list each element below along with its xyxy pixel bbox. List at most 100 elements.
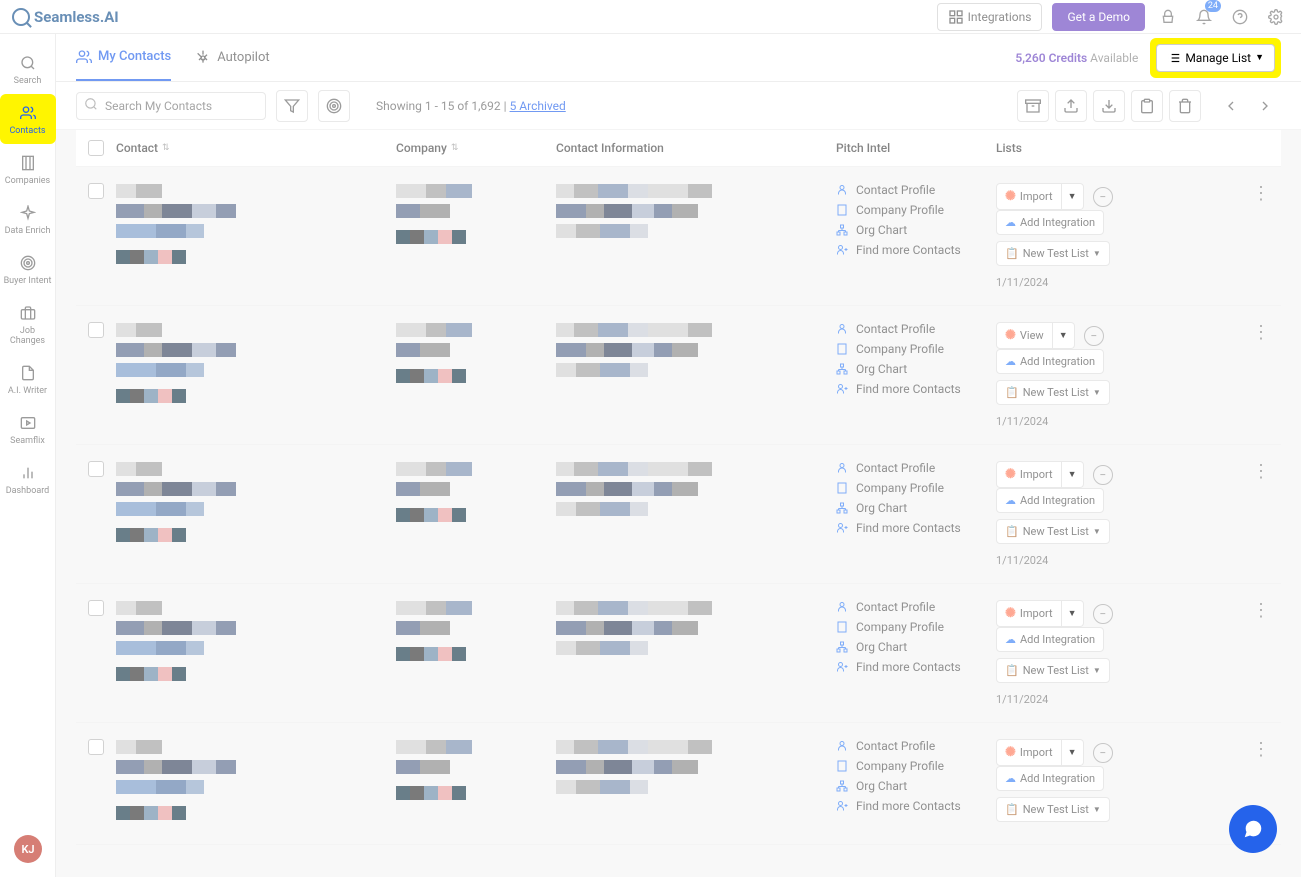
row-menu-button[interactable]: ⋮ xyxy=(1252,183,1270,289)
get-demo-button[interactable]: Get a Demo xyxy=(1052,3,1145,31)
chevron-down-icon: ▼ xyxy=(1255,52,1264,63)
company-profile-link[interactable]: Company Profile xyxy=(836,203,996,217)
settings-button[interactable] xyxy=(1263,4,1289,30)
row-checkbox[interactable] xyxy=(88,600,104,616)
row-checkbox[interactable] xyxy=(88,183,104,199)
sidebar-item-ai-writer[interactable]: A.I. Writer xyxy=(0,354,56,404)
org-chart-link[interactable]: Org Chart xyxy=(836,223,996,237)
contact-profile-link[interactable]: Contact Profile xyxy=(836,739,996,753)
sidebar-item-contacts[interactable]: Contacts xyxy=(0,94,56,144)
org-chart-link[interactable]: Org Chart xyxy=(836,640,996,654)
row-menu-button[interactable]: ⋮ xyxy=(1252,600,1270,706)
select-all-checkbox[interactable] xyxy=(88,140,104,156)
add-integration-button[interactable]: ☁Add Integration xyxy=(996,210,1104,235)
list-select-button[interactable]: 📋New Test List ▼ xyxy=(996,241,1110,266)
list-select-button[interactable]: 📋New Test List ▼ xyxy=(996,519,1110,544)
company-profile-link[interactable]: Company Profile xyxy=(836,342,996,356)
hubspot-icon: ✺ xyxy=(1005,328,1016,343)
find-more-link[interactable]: Find more Contacts xyxy=(836,521,996,535)
logo[interactable]: Seamless.AI xyxy=(12,8,119,26)
add-integration-button[interactable]: ☁Add Integration xyxy=(996,488,1104,513)
next-page-button[interactable] xyxy=(1249,90,1281,122)
user-avatar[interactable]: KJ xyxy=(14,835,42,863)
chat-fab[interactable] xyxy=(1229,805,1277,853)
row-menu-button[interactable]: ⋮ xyxy=(1252,322,1270,428)
sort-icon: ⇅ xyxy=(451,143,459,153)
sidebar-item-buyer-intent[interactable]: Buyer Intent xyxy=(0,244,56,294)
add-integration-button[interactable]: ☁Add Integration xyxy=(996,627,1104,652)
row-menu-button[interactable]: ⋮ xyxy=(1252,461,1270,567)
hubspot-dropdown[interactable]: ▼ xyxy=(1062,183,1084,210)
col-info: Contact Information xyxy=(556,141,836,155)
upload-button[interactable] xyxy=(1055,90,1087,122)
sidebar-item-companies[interactable]: Companies xyxy=(0,144,56,194)
sidebar-item-job-changes[interactable]: Job Changes xyxy=(0,294,56,354)
org-chart-link[interactable]: Org Chart xyxy=(836,362,996,376)
hubspot-icon: ✺ xyxy=(1005,189,1016,204)
company-profile-link[interactable]: Company Profile xyxy=(836,620,996,634)
sidebar-item-data-enrich[interactable]: Data Enrich xyxy=(0,194,56,244)
sidebar-item-dashboard[interactable]: Dashboard xyxy=(0,454,56,504)
prev-page-button[interactable] xyxy=(1215,90,1247,122)
find-more-link[interactable]: Find more Contacts xyxy=(836,243,996,257)
manage-list-button[interactable]: Manage List ▼ xyxy=(1156,44,1275,72)
notif-badge: 24 xyxy=(1205,0,1221,12)
delete-button[interactable] xyxy=(1169,90,1201,122)
search-input[interactable] xyxy=(76,92,266,120)
col-contact[interactable]: Contact⇅ xyxy=(116,141,396,155)
sparkle-icon xyxy=(17,202,39,224)
contact-profile-link[interactable]: Contact Profile xyxy=(836,600,996,614)
list-select-button[interactable]: 📋New Test List ▼ xyxy=(996,797,1110,822)
remove-button[interactable]: − xyxy=(1093,604,1113,624)
remove-button[interactable]: − xyxy=(1093,743,1113,763)
briefcase-icon xyxy=(17,302,39,324)
find-more-link[interactable]: Find more Contacts xyxy=(836,799,996,813)
archive-button[interactable] xyxy=(1017,90,1049,122)
org-chart-link[interactable]: Org Chart xyxy=(836,779,996,793)
hubspot-action-button[interactable]: ✺View xyxy=(996,322,1053,349)
remove-button[interactable]: − xyxy=(1093,465,1113,485)
remove-button[interactable]: − xyxy=(1084,326,1104,346)
notifications-button[interactable]: 24 xyxy=(1191,4,1217,30)
contact-profile-link[interactable]: Contact Profile xyxy=(836,183,996,197)
company-profile-link[interactable]: Company Profile xyxy=(836,759,996,773)
company-profile-link[interactable]: Company Profile xyxy=(836,481,996,495)
add-integration-button[interactable]: ☁Add Integration xyxy=(996,766,1104,791)
filter-button[interactable] xyxy=(276,90,308,122)
list-select-button[interactable]: 📋New Test List ▼ xyxy=(996,658,1110,683)
list-select-button[interactable]: 📋New Test List ▼ xyxy=(996,380,1110,405)
target-button[interactable] xyxy=(318,90,350,122)
sidebar-item-seamflix[interactable]: Seamflix xyxy=(0,404,56,454)
remove-button[interactable]: − xyxy=(1093,187,1113,207)
contact-profile-link[interactable]: Contact Profile xyxy=(836,461,996,475)
row-checkbox[interactable] xyxy=(88,461,104,477)
hubspot-action-button[interactable]: ✺Import xyxy=(996,739,1062,766)
hubspot-action-button[interactable]: ✺Import xyxy=(996,600,1062,627)
col-company[interactable]: Company⇅ xyxy=(396,141,556,155)
org-chart-link[interactable]: Org Chart xyxy=(836,501,996,515)
find-more-link[interactable]: Find more Contacts xyxy=(836,382,996,396)
hubspot-dropdown[interactable]: ▼ xyxy=(1053,322,1075,349)
export-button[interactable] xyxy=(1131,90,1163,122)
download-button[interactable] xyxy=(1093,90,1125,122)
archived-link[interactable]: 5 Archived xyxy=(510,99,566,113)
hubspot-dropdown[interactable]: ▼ xyxy=(1062,461,1084,488)
sidebar-item-search[interactable]: Search xyxy=(0,44,56,94)
hand-icon[interactable] xyxy=(1155,4,1181,30)
integrations-button[interactable]: Integrations xyxy=(937,3,1043,31)
document-icon xyxy=(17,362,39,384)
tab-autopilot[interactable]: Autopilot xyxy=(195,34,269,81)
hubspot-action-button[interactable]: ✺Import xyxy=(996,461,1062,488)
add-integration-button[interactable]: ☁Add Integration xyxy=(996,349,1104,374)
hubspot-dropdown[interactable]: ▼ xyxy=(1062,739,1084,766)
row-checkbox[interactable] xyxy=(88,322,104,338)
contact-profile-link[interactable]: Contact Profile xyxy=(836,322,996,336)
gear-icon xyxy=(195,50,211,66)
row-checkbox[interactable] xyxy=(88,739,104,755)
tab-my-contacts[interactable]: My Contacts xyxy=(76,34,171,81)
find-more-link[interactable]: Find more Contacts xyxy=(836,660,996,674)
target-icon xyxy=(17,252,39,274)
hubspot-dropdown[interactable]: ▼ xyxy=(1062,600,1084,627)
hubspot-action-button[interactable]: ✺Import xyxy=(996,183,1062,210)
help-button[interactable] xyxy=(1227,4,1253,30)
